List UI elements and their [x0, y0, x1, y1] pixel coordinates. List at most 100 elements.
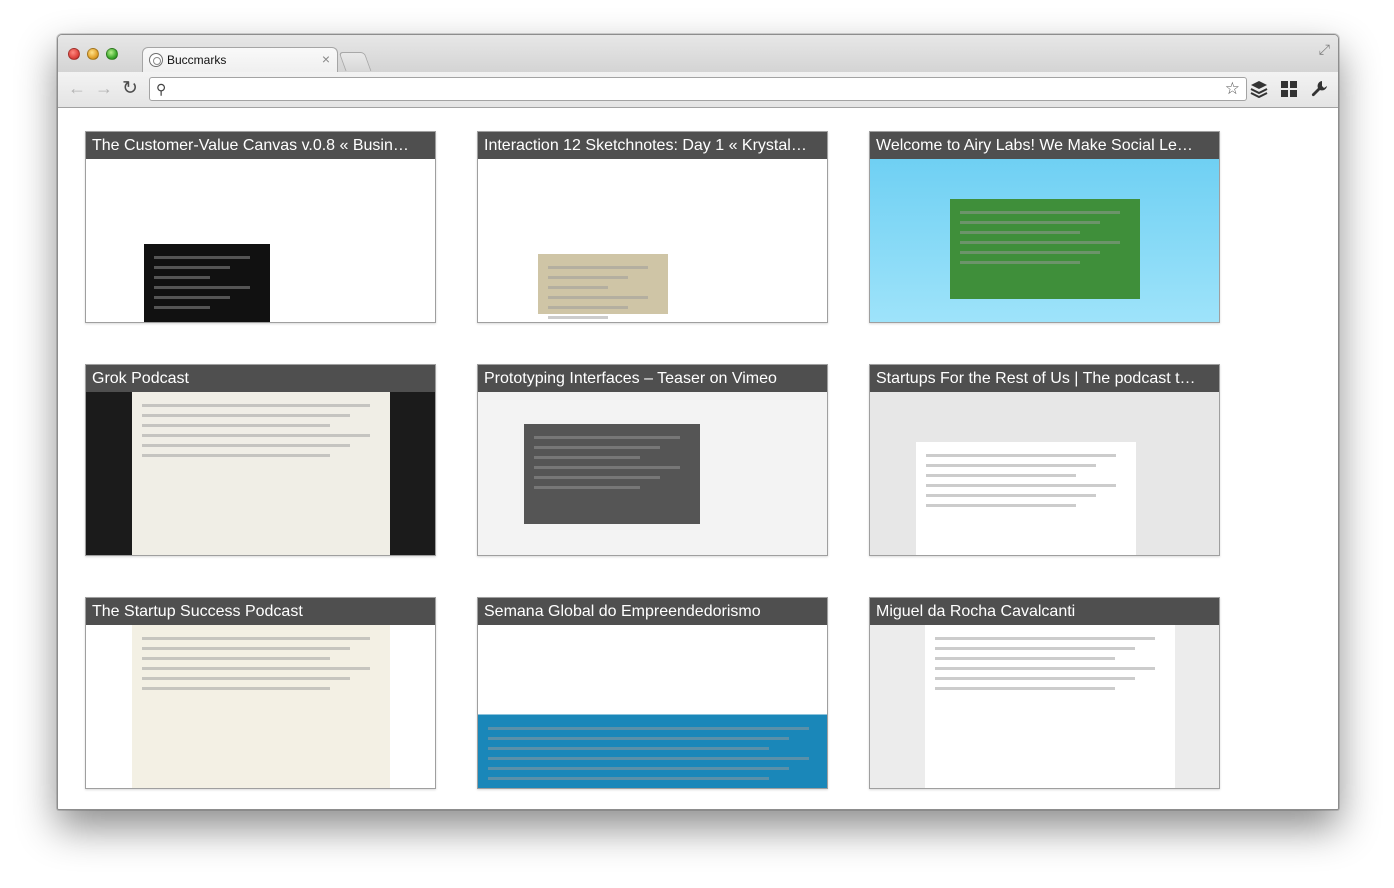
reload-button[interactable]: ↻	[122, 77, 138, 100]
page-preview-text-line	[960, 241, 1120, 244]
page-preview-text-line	[534, 486, 640, 489]
page-preview-text-line	[926, 494, 1096, 497]
page-preview-text-line	[142, 657, 330, 660]
page-preview	[478, 625, 827, 788]
page-preview-text-line	[926, 464, 1096, 467]
thumbnail-tile[interactable]: Grok Podcast	[85, 364, 436, 556]
page-preview-text-line	[142, 454, 330, 457]
page-preview-text-line	[926, 474, 1076, 477]
page-preview-text-line	[935, 637, 1155, 640]
page-preview-text-line	[142, 424, 330, 427]
page-preview	[86, 159, 435, 322]
page-preview-text-line	[548, 276, 628, 279]
bookmark-star-icon[interactable]: ☆	[1225, 79, 1240, 99]
page-preview-text-line	[142, 687, 330, 690]
minimize-window-button[interactable]	[87, 48, 99, 60]
page-preview-text-line	[142, 444, 350, 447]
page-preview	[870, 625, 1219, 788]
omnibox[interactable]: ⚲ ☆	[149, 77, 1247, 101]
page-preview-text-line	[926, 454, 1116, 457]
toolbar: ← → ↻ ⚲ ☆	[58, 72, 1338, 108]
thumbnail-title: Miguel da Rocha Cavalcanti	[870, 598, 1219, 625]
page-preview-text-line	[154, 266, 230, 269]
page-preview-text-line	[154, 276, 210, 279]
page-preview-text-line	[935, 667, 1155, 670]
thumbnail-tile[interactable]: Prototyping Interfaces – Teaser on Vimeo	[477, 364, 828, 556]
page-preview-text-line	[154, 286, 250, 289]
page-preview-text-line	[960, 211, 1120, 214]
thumbnail-tile[interactable]: Welcome to Airy Labs! We Make Social Le…	[869, 131, 1220, 323]
thumbnail-title: Prototyping Interfaces – Teaser on Vimeo	[478, 365, 827, 392]
page-preview-text-line	[534, 466, 680, 469]
page-preview-text-line	[142, 434, 370, 437]
thumbnail-tile[interactable]: Startups For the Rest of Us | The podcas…	[869, 364, 1220, 556]
address-input[interactable]	[178, 80, 1202, 100]
page-preview-text-line	[926, 504, 1076, 507]
page-preview-text-line	[548, 306, 628, 309]
page-preview-text-line	[534, 456, 640, 459]
thumbnail-title: The Startup Success Podcast	[86, 598, 435, 625]
thumbnail-title: Interaction 12 Sketchnotes: Day 1 « Krys…	[478, 132, 827, 159]
thumbnail-title: The Customer-Value Canvas v.0.8 « Busin…	[86, 132, 435, 159]
back-button[interactable]: ←	[68, 78, 86, 99]
thumbnail-title: Grok Podcast	[86, 365, 435, 392]
page-preview	[478, 392, 827, 555]
page-preview-text-line	[960, 251, 1100, 254]
thumbnail-title: Startups For the Rest of Us | The podcas…	[870, 365, 1219, 392]
page-preview-text-line	[935, 657, 1115, 660]
thumbnail-tile[interactable]: Miguel da Rocha Cavalcanti	[869, 597, 1220, 789]
thumbnail-tile[interactable]: The Customer-Value Canvas v.0.8 « Busin…	[85, 131, 436, 323]
page-preview-text-line	[960, 261, 1080, 264]
page-preview-block	[538, 254, 668, 314]
page-preview-text-line	[142, 414, 350, 417]
page-preview-text-line	[142, 667, 370, 670]
page-preview	[478, 159, 827, 322]
thumbnail-tile[interactable]: Semana Global do Empreendedorismo	[477, 597, 828, 789]
page-preview-block	[950, 199, 1140, 299]
browser-window: Buccmarks × ⤢ ← → ↻ ⚲ ☆ The Customer-Val…	[57, 34, 1339, 810]
thumbnail-title: Semana Global do Empreendedorismo	[478, 598, 827, 625]
page-preview	[870, 159, 1219, 322]
thumbnail-tile[interactable]: The Startup Success Podcast	[85, 597, 436, 789]
page-preview-text-line	[488, 747, 769, 750]
page-preview-text-line	[548, 296, 648, 299]
page-preview-text-line	[534, 476, 660, 479]
page-preview-block	[916, 442, 1136, 555]
fullscreen-icon[interactable]: ⤢	[1319, 41, 1330, 58]
thumbnail-tile[interactable]: Interaction 12 Sketchnotes: Day 1 « Krys…	[477, 131, 828, 323]
page-preview-text-line	[534, 436, 680, 439]
new-tab-button[interactable]	[338, 52, 372, 71]
page-preview-block	[524, 424, 700, 524]
page-preview-text-line	[488, 777, 769, 780]
zoom-window-button[interactable]	[106, 48, 118, 60]
apps-grid-icon[interactable]	[1280, 80, 1298, 98]
globe-icon	[149, 53, 163, 67]
page-preview-text-line	[488, 767, 789, 770]
page-preview-text-line	[154, 306, 210, 309]
page-preview-text-line	[935, 687, 1115, 690]
page-preview-text-line	[154, 256, 250, 259]
page-preview-text-line	[926, 484, 1116, 487]
page-preview-text-line	[960, 221, 1100, 224]
page-preview-text-line	[142, 647, 350, 650]
page-preview-text-line	[142, 677, 350, 680]
page-preview-text-line	[488, 727, 809, 730]
page-preview-text-line	[548, 266, 648, 269]
page-preview-text-line	[548, 316, 608, 319]
tab-buccmarks[interactable]: Buccmarks ×	[142, 47, 338, 73]
tab-title: Buccmarks	[167, 53, 227, 67]
thumbnail-title: Welcome to Airy Labs! We Make Social Le…	[870, 132, 1219, 159]
page-preview-text-line	[548, 286, 608, 289]
forward-button[interactable]: →	[95, 78, 113, 99]
page-preview-text-line	[534, 446, 660, 449]
page-preview-text-line	[935, 647, 1135, 650]
page-preview	[870, 392, 1219, 555]
page-preview-text-line	[488, 737, 789, 740]
window-controls	[68, 48, 118, 60]
page-preview	[86, 625, 435, 788]
tab-close-icon[interactable]: ×	[322, 51, 330, 67]
close-window-button[interactable]	[68, 48, 80, 60]
search-icon: ⚲	[156, 81, 167, 97]
wrench-icon[interactable]	[1310, 79, 1329, 98]
layers-icon[interactable]	[1250, 80, 1268, 98]
